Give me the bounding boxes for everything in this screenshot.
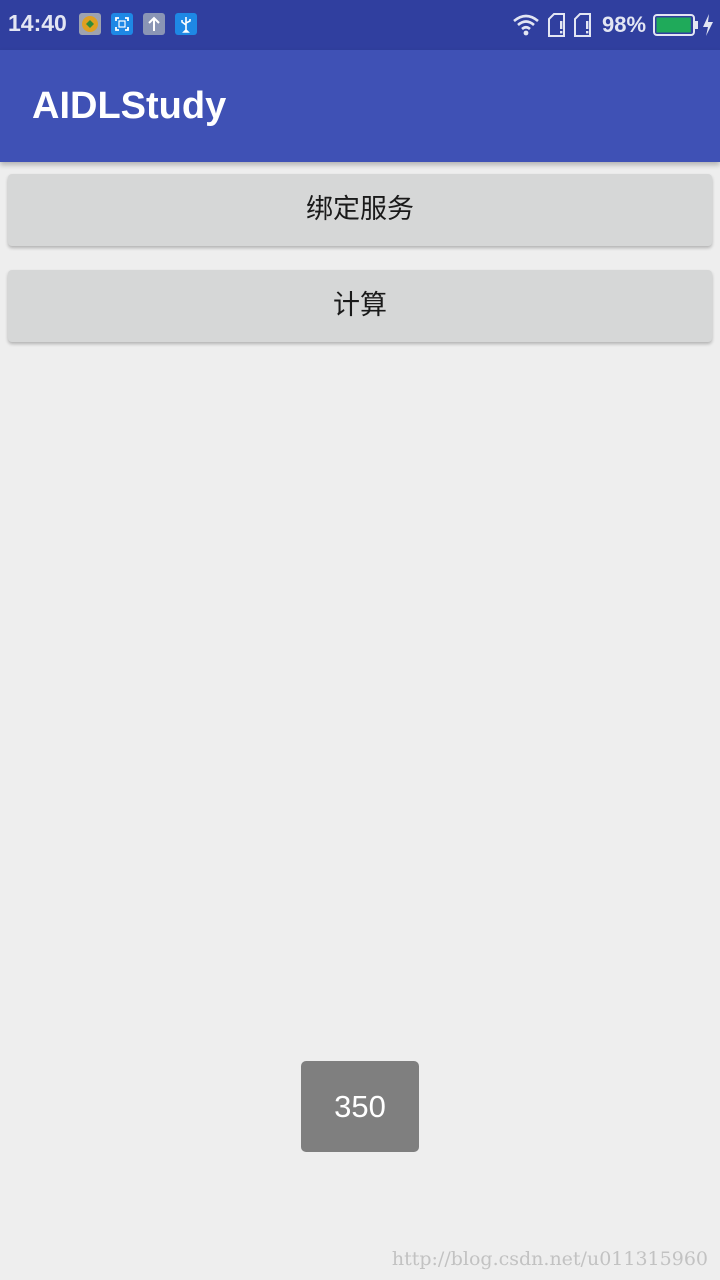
watermark: http://blog.csdn.net/u011315960 [391, 1248, 708, 1270]
usb-icon [175, 13, 197, 35]
battery-percent: 98% [602, 12, 647, 37]
bind-service-button[interactable]: 绑定服务 [8, 174, 712, 246]
calculate-button[interactable]: 计算 [8, 270, 712, 342]
charging-icon [701, 13, 715, 41]
app-bar: AIDLStudy [0, 50, 720, 162]
sim-card-icon [546, 12, 568, 42]
status-bar: 14:40 98% [0, 0, 720, 50]
sim-card-icon [572, 12, 594, 42]
app-title: AIDLStudy [32, 85, 227, 127]
screenshot-icon [111, 13, 133, 35]
upload-icon [143, 13, 165, 35]
toast-message: 350 [301, 1061, 419, 1152]
battery-icon [653, 14, 699, 40]
app-notification-icon [79, 13, 101, 35]
wifi-icon [512, 13, 540, 41]
status-time: 14:40 [8, 10, 67, 36]
